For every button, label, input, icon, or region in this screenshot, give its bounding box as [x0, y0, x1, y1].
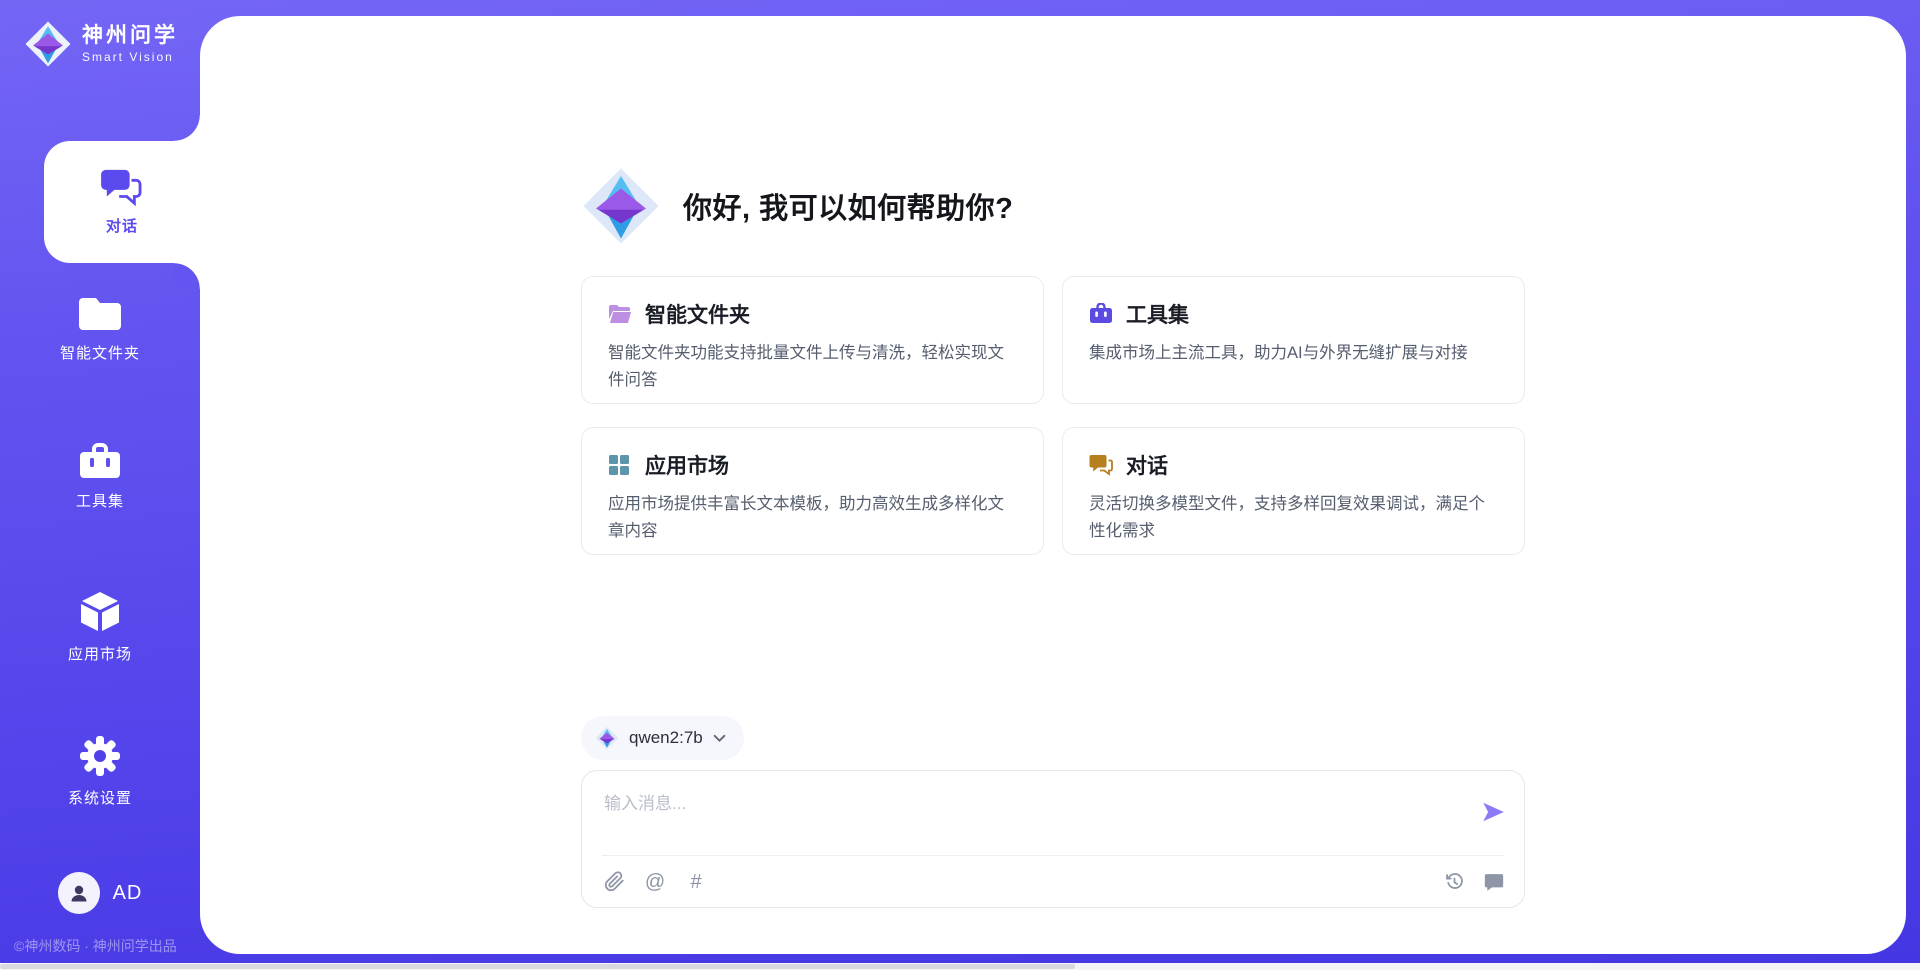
card-title: 工具集 — [1126, 299, 1189, 329]
model-name: qwen2:7b — [629, 728, 703, 748]
composer-toolbar: @ # — [602, 856, 1506, 907]
feature-cards: 智能文件夹 智能文件夹功能支持批量文件上传与清洗，轻松实现文件问答 工具集 — [581, 276, 1525, 555]
sidebar-item-label: 对话 — [106, 215, 138, 236]
card-app-market[interactable]: 应用市场 应用市场提供丰富长文本模板，助力高效生成多样化文章内容 — [581, 427, 1044, 555]
scrollbar-thumb[interactable] — [0, 964, 1075, 969]
model-selector[interactable]: qwen2:7b — [581, 716, 744, 760]
card-chat[interactable]: 对话 灵活切换多模型文件，支持多样回复效果调试，满足个性化需求 — [1062, 427, 1525, 555]
card-title: 对话 — [1126, 450, 1168, 480]
paperclip-icon[interactable] — [602, 870, 626, 894]
send-icon[interactable] — [1480, 799, 1506, 825]
toolbox-icon — [1089, 303, 1113, 325]
chat-bubbles-icon — [1089, 454, 1113, 476]
greeting-title: 你好, 我可以如何帮助你? — [683, 185, 1013, 227]
gem-diamond-logo-icon — [581, 166, 661, 246]
chevron-down-icon — [713, 734, 726, 743]
card-description: 应用市场提供丰富长文本模板，助力高效生成多样化文章内容 — [608, 491, 1017, 545]
card-title: 智能文件夹 — [645, 299, 750, 329]
sidebar-item-settings[interactable]: 系统设置 — [0, 734, 200, 808]
user-name: AD — [113, 882, 143, 905]
cube-icon — [78, 590, 122, 634]
hashtag-icon[interactable]: # — [684, 870, 708, 894]
card-description: 灵活切换多模型文件，支持多样回复效果调试，满足个性化需求 — [1089, 491, 1498, 545]
grid-icon — [608, 454, 632, 476]
history-icon[interactable] — [1442, 870, 1466, 894]
horizontal-scrollbar[interactable] — [0, 963, 1920, 970]
card-smart-folder[interactable]: 智能文件夹 智能文件夹功能支持批量文件上传与清洗，轻松实现文件问答 — [581, 276, 1044, 404]
sidebar-item-label: 工具集 — [76, 490, 124, 511]
sidebar-item-label: 应用市场 — [68, 643, 132, 664]
message-input[interactable] — [602, 787, 1466, 831]
gem-diamond-logo-icon — [24, 20, 72, 68]
chat-bubbles-icon — [100, 168, 144, 206]
brand-logo: 神州问学 Smart Vision — [24, 20, 178, 68]
greeting: 你好, 我可以如何帮助你? — [581, 166, 1013, 246]
brand-subtitle: Smart Vision — [82, 50, 178, 64]
avatar — [58, 872, 100, 914]
folder-open-icon — [608, 303, 632, 325]
at-mention-icon[interactable]: @ — [643, 870, 667, 894]
sidebar-item-label: 智能文件夹 — [60, 342, 140, 363]
gem-diamond-logo-icon — [595, 726, 619, 750]
card-title: 应用市场 — [645, 450, 729, 480]
copyright-footer: ©神州数码 · 神州问学出品 — [14, 936, 177, 956]
brand-text: 神州问学 Smart Vision — [82, 24, 178, 63]
person-avatar-icon — [67, 881, 91, 905]
toolbox-icon — [77, 443, 123, 481]
sidebar-item-app-market[interactable]: 应用市场 — [0, 590, 200, 664]
user-profile[interactable]: AD — [0, 872, 200, 914]
folder-icon — [77, 295, 123, 333]
sidebar-item-chat[interactable]: 对话 — [44, 141, 200, 263]
card-toolset[interactable]: 工具集 集成市场上主流工具，助力AI与外界无缝扩展与对接 — [1062, 276, 1525, 404]
card-description: 智能文件夹功能支持批量文件上传与清洗，轻松实现文件问答 — [608, 340, 1017, 394]
card-description: 集成市场上主流工具，助力AI与外界无缝扩展与对接 — [1089, 340, 1498, 367]
sidebar-item-toolset[interactable]: 工具集 — [0, 443, 200, 511]
gear-icon — [78, 734, 122, 778]
main-panel: 你好, 我可以如何帮助你? 智能文件夹 智能文件夹功能支持批量文件上传与清洗，轻… — [200, 16, 1906, 954]
sidebar-item-label: 系统设置 — [68, 787, 132, 808]
message-composer: @ # — [581, 770, 1525, 908]
sidebar-item-smart-folder[interactable]: 智能文件夹 — [0, 295, 200, 363]
brand-name: 神州问学 — [82, 24, 178, 47]
message-icon[interactable] — [1482, 870, 1506, 894]
sidebar: 神州问学 Smart Vision 对话 智能文件夹 工具集 — [0, 0, 200, 970]
